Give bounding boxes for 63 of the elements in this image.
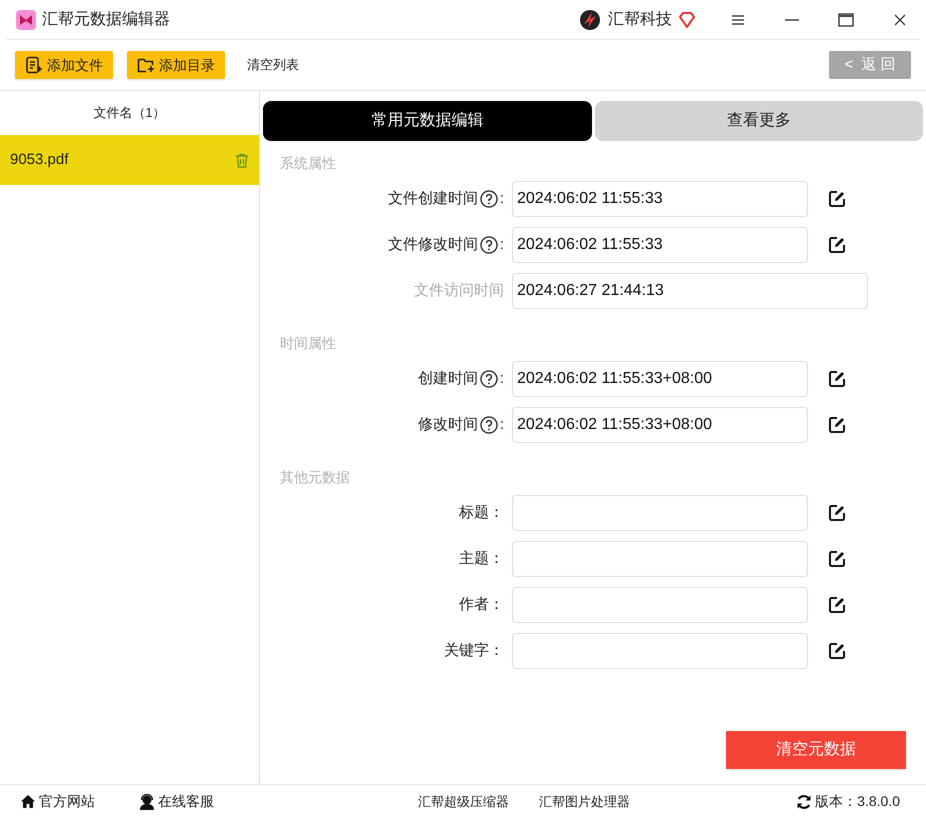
colon: :	[500, 414, 504, 435]
field-label: 作者：	[459, 594, 504, 615]
support-link[interactable]: 在线客服	[139, 791, 214, 812]
input-field[interactable]	[512, 495, 808, 531]
input-field[interactable]: 2024:06:02 11:55:33+08:00	[512, 361, 808, 397]
tab[interactable]: 查看更多	[594, 101, 923, 141]
edit-icon[interactable]	[828, 550, 846, 568]
colon: :	[500, 188, 504, 209]
tab[interactable]: 常用元数据编辑	[263, 101, 592, 141]
field-label: 主题：	[459, 548, 504, 569]
input-field[interactable]: 2024:06:02 11:55:33	[512, 227, 808, 263]
close-icon[interactable]	[894, 14, 906, 26]
input-field[interactable]	[512, 587, 808, 623]
colon: :	[500, 234, 504, 255]
brand-logo-icon	[578, 8, 602, 32]
section-title: 时间属性	[280, 334, 337, 353]
version-label: 版本：3.8.0.0	[815, 792, 900, 811]
file-list-item[interactable]: 9053.pdf	[0, 135, 259, 185]
field-label: 创建时间	[418, 368, 478, 389]
diamond-icon	[678, 12, 696, 28]
field-label: 文件修改时间	[388, 234, 478, 255]
field-label: 标题：	[459, 502, 504, 523]
edit-icon[interactable]	[828, 596, 846, 614]
refresh-icon[interactable]	[796, 794, 812, 810]
clear-metadata-button[interactable]: 清空元数据	[726, 731, 906, 769]
input-field[interactable]: 2024:06:02 11:55:33+08:00	[512, 407, 808, 443]
help-icon[interactable]	[480, 190, 498, 208]
add-file-icon	[25, 56, 43, 74]
help-icon[interactable]	[480, 236, 498, 254]
input-field[interactable]	[512, 541, 808, 577]
edit-icon[interactable]	[828, 370, 846, 388]
app-link[interactable]: 汇帮图片处理器	[539, 792, 630, 812]
column-header: 文件名（1）	[92, 104, 167, 122]
window-title: 汇帮元数据编辑器	[42, 10, 170, 30]
add-file-button[interactable]: 添加文件	[15, 51, 113, 79]
add-folder-button[interactable]: 添加目录	[127, 51, 225, 79]
field-label: 文件访问时间	[414, 280, 504, 301]
menu-icon[interactable]	[731, 14, 745, 26]
help-icon[interactable]	[480, 416, 498, 434]
section-title: 其他元数据	[280, 468, 351, 487]
add-folder-icon	[137, 56, 155, 74]
input-field[interactable]: 2024:06:02 11:55:33	[512, 181, 808, 217]
edit-icon[interactable]	[828, 642, 846, 660]
section-title: 系统属性	[280, 154, 337, 173]
home-icon	[20, 794, 36, 809]
field-label: 修改时间	[418, 414, 478, 435]
edit-icon[interactable]	[828, 504, 846, 522]
minimize-icon[interactable]	[785, 18, 799, 20]
edit-icon[interactable]	[828, 190, 846, 208]
clear-list-button[interactable]: 清空列表	[239, 51, 307, 79]
brand-name: 汇帮科技	[608, 10, 672, 30]
colon: :	[500, 368, 504, 389]
app-link[interactable]: 汇帮超级压缩器	[418, 792, 509, 812]
help-icon[interactable]	[480, 370, 498, 388]
app-logo-icon	[16, 10, 36, 30]
maximize-icon[interactable]	[838, 12, 854, 26]
edit-icon[interactable]	[828, 416, 846, 434]
field-label: 文件创建时间	[388, 188, 478, 209]
field-label: 关键字：	[444, 640, 504, 661]
headset-person-icon	[139, 794, 155, 810]
website-link[interactable]: 官方网站	[20, 791, 95, 812]
edit-icon[interactable]	[828, 236, 846, 254]
input-field[interactable]	[512, 633, 808, 669]
